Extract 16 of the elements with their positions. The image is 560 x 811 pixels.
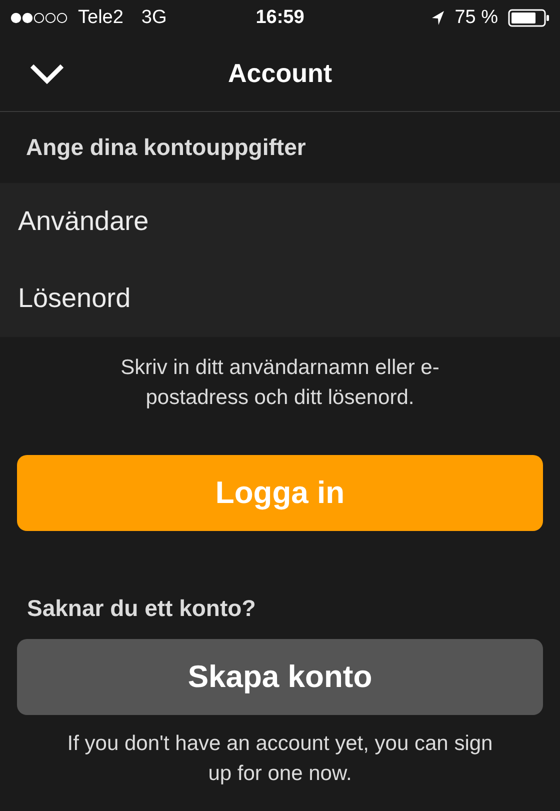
input-field[interactable]: Användare (0, 183, 560, 260)
create-account-button[interactable]: Skapa konto (17, 639, 543, 715)
battery-percentage: 75 % (454, 6, 498, 30)
help-text: Skriv in ditt användarnamn eller e-postadress och ditt lösenord. (120, 355, 440, 411)
carrier-name: Tele2 (78, 6, 124, 30)
input-field[interactable]: Lösenord (0, 260, 560, 337)
screen-title: Account (228, 57, 332, 90)
status-time: 16:59 (256, 6, 304, 30)
signup-prompt: Saknar du ett konto? (27, 594, 256, 623)
battery-icon (508, 9, 550, 27)
network-type: 3G (141, 6, 167, 30)
section-header: Ange dina kontouppgifter (26, 133, 306, 162)
location-arrow-icon (430, 10, 445, 26)
chevron-down-icon (29, 62, 65, 84)
signup-hint: If you don't have an account yet, you can sign up for one now. (66, 731, 494, 787)
signal-icon (10, 12, 68, 24)
